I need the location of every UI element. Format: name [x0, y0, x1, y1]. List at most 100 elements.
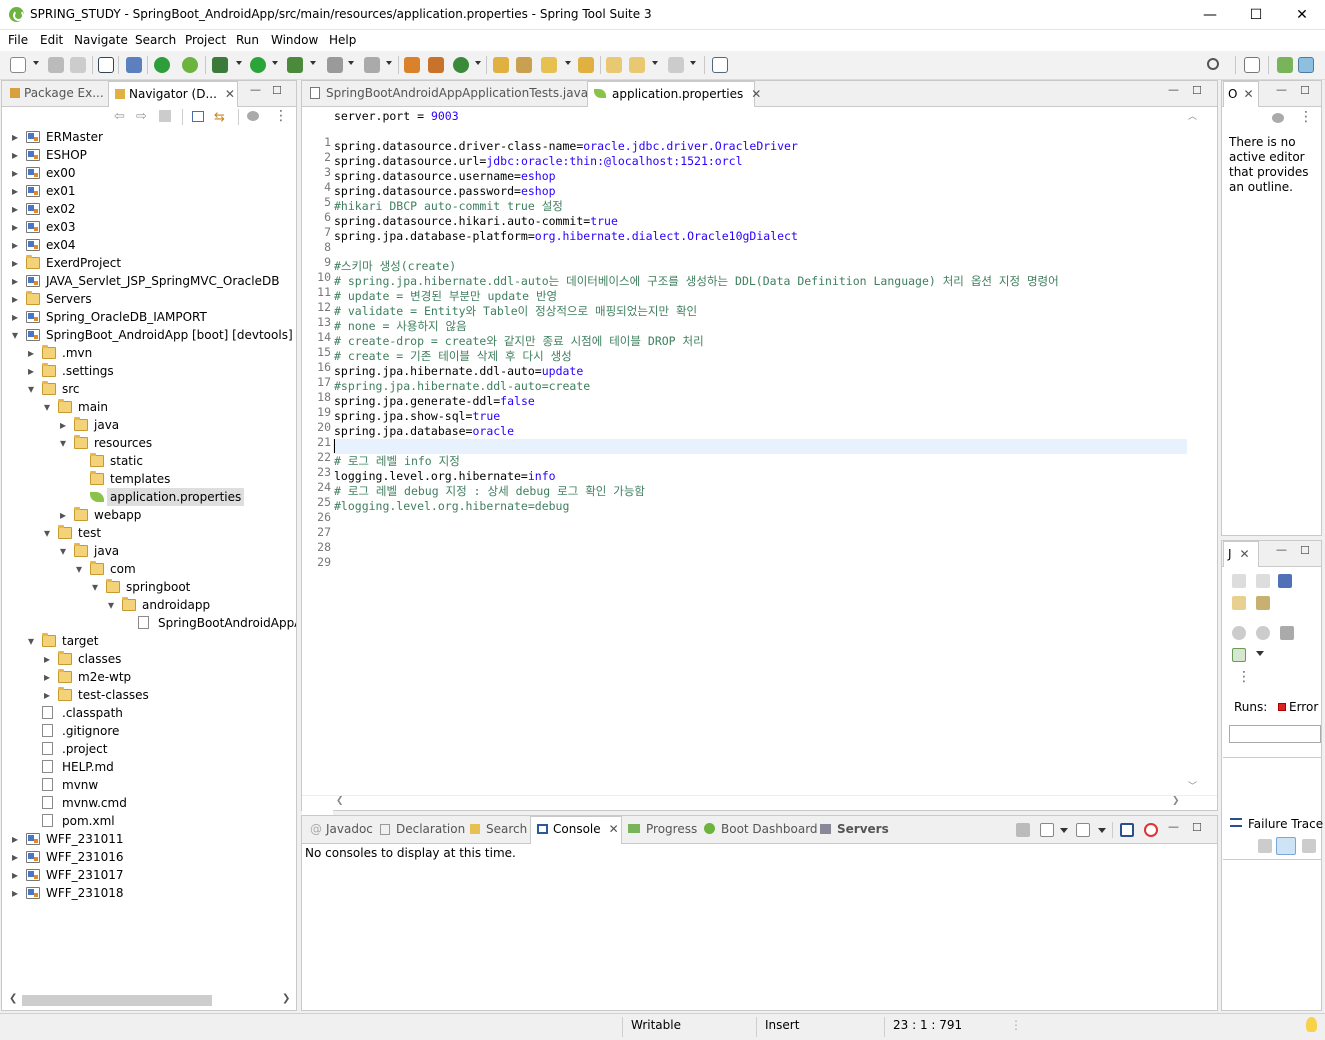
deploy-icon[interactable] [364, 57, 380, 73]
maximize-view-icon[interactable]: ☐ [1300, 84, 1310, 97]
back-icon[interactable] [629, 57, 645, 73]
tree-item[interactable]: .gitignore [2, 722, 296, 740]
minimize-view-icon[interactable]: — [1168, 820, 1179, 833]
tab-navigator[interactable]: Navigator (D... ✕ [108, 81, 238, 107]
horizontal-scrollbar[interactable]: ❮ ❯ [2, 991, 296, 1010]
expand-icon[interactable]: ▸ [12, 866, 21, 884]
menu-window[interactable]: Window [271, 33, 318, 47]
run-icon[interactable] [250, 57, 266, 73]
scroll-lock-icon[interactable] [1232, 596, 1246, 610]
expand-icon[interactable]: ▸ [12, 290, 21, 308]
tip-lightbulb-icon[interactable] [1306, 1017, 1317, 1032]
tree-item[interactable]: ▾ test [2, 524, 296, 542]
collapse-icon[interactable]: ▾ [76, 560, 85, 578]
tree-item[interactable]: HELP.md [2, 758, 296, 776]
tab-package-explorer[interactable]: Package Ex... [4, 81, 104, 107]
expand-icon[interactable]: ▸ [44, 686, 53, 704]
tab-progress[interactable]: Progress [622, 817, 697, 843]
tree-item[interactable]: ▸ ex01 [2, 182, 296, 200]
tree-item[interactable]: ▸ Servers [2, 290, 296, 308]
save-icon[interactable] [48, 57, 64, 73]
tree-item[interactable]: ▸ .settings [2, 362, 296, 380]
expand-icon[interactable]: ▸ [12, 182, 21, 200]
forward-nav-icon[interactable]: ⇨ [136, 109, 147, 124]
menu-search[interactable]: Search [135, 33, 176, 47]
collapse-icon[interactable]: ▾ [108, 596, 117, 614]
tree-item[interactable]: ▸ ESHOP [2, 146, 296, 164]
tree-item[interactable]: ▾ SpringBoot_AndroidApp [boot] [devtools] [2, 326, 296, 344]
expand-icon[interactable]: ▸ [60, 416, 69, 434]
open-resource-icon[interactable] [578, 57, 594, 73]
tree-item[interactable]: ▸ test-classes [2, 686, 296, 704]
remote-console-icon[interactable] [1144, 823, 1158, 837]
expand-icon[interactable]: ▸ [12, 146, 21, 164]
open-task-icon[interactable] [516, 57, 532, 73]
tree-item[interactable]: ▸ ex02 [2, 200, 296, 218]
show-failures-only-icon[interactable] [1278, 574, 1292, 588]
tree-item[interactable]: ▸ WFF_231018 [2, 884, 296, 902]
scroll-down-icon[interactable]: ﹀ [1188, 779, 1197, 792]
scroll-left-icon[interactable]: ❮ [9, 993, 17, 1004]
search-tool-icon[interactable] [541, 57, 557, 73]
expand-icon[interactable]: ▸ [12, 254, 21, 272]
rerun-failed-icon[interactable] [1256, 626, 1270, 640]
expand-icon[interactable]: ▸ [12, 164, 21, 182]
scroll-left-icon[interactable]: ❮ [336, 796, 344, 806]
skip-breakpoints-icon[interactable] [126, 57, 142, 73]
collapse-icon[interactable]: ▾ [12, 326, 21, 344]
next-failure-icon[interactable] [1232, 574, 1246, 588]
pin-editor-icon[interactable] [712, 57, 728, 73]
menu-project[interactable]: Project [185, 33, 226, 47]
expand-icon[interactable]: ▸ [12, 272, 21, 290]
tree-item[interactable]: ▸ JAVA_Servlet_JSP_SpringMVC_OracleDB [2, 272, 296, 290]
collapse-icon[interactable]: ▾ [60, 434, 69, 452]
stop-icon[interactable] [327, 57, 343, 73]
tree-item[interactable]: mvnw [2, 776, 296, 794]
collapse-icon[interactable]: ▾ [28, 632, 37, 650]
expand-icon[interactable]: ▸ [60, 506, 69, 524]
tree-item[interactable]: application.properties [2, 488, 296, 506]
tab-junit[interactable]: J ✕ [1223, 541, 1259, 567]
stop-icon[interactable] [1280, 626, 1294, 640]
display-console-dropdown-icon[interactable] [1060, 828, 1068, 833]
filter-icon[interactable] [247, 111, 259, 121]
tree-item[interactable]: ▸ WFF_231017 [2, 866, 296, 884]
tree-item[interactable]: .project [2, 740, 296, 758]
console-output[interactable] [302, 860, 1217, 1010]
close-tab-icon[interactable]: ✕ [225, 87, 235, 101]
tree-item[interactable]: ▸ webapp [2, 506, 296, 524]
history-icon[interactable] [1232, 648, 1246, 662]
maximize-view-icon[interactable]: ☐ [1300, 544, 1310, 557]
tree-item[interactable]: ▸ classes [2, 650, 296, 668]
close-tab-icon[interactable]: ✕ [1243, 87, 1253, 101]
tree-item[interactable]: ▸ ExerdProject [2, 254, 296, 272]
new-console-icon[interactable] [1076, 823, 1090, 837]
maximize-view-icon[interactable]: ☐ [1192, 821, 1202, 834]
show-skipped-icon[interactable] [1256, 596, 1270, 610]
tree-item[interactable]: pom.xml [2, 812, 296, 830]
new-package-icon[interactable] [428, 57, 444, 73]
expand-icon[interactable]: ▸ [12, 128, 21, 146]
tab-declaration[interactable]: Declaration [374, 817, 465, 843]
tree-item[interactable]: ▾ src [2, 380, 296, 398]
tree-item[interactable]: ▾ target [2, 632, 296, 650]
terminal-icon[interactable] [98, 57, 114, 73]
menu-file[interactable]: File [8, 33, 28, 47]
tree-item[interactable]: ▾ androidapp [2, 596, 296, 614]
tree-item[interactable]: ▸ ex00 [2, 164, 296, 182]
tree-item[interactable]: ▸ Spring_OracleDB_IAMPORT [2, 308, 296, 326]
expand-icon[interactable]: ▸ [12, 218, 21, 236]
code-text[interactable]: server.port = 9003 spring.datasource.driv… [302, 107, 1187, 797]
new-console-dropdown-icon[interactable] [1098, 828, 1106, 833]
maximize-editor-icon[interactable]: ☐ [1192, 84, 1202, 97]
forward-icon[interactable] [668, 57, 684, 73]
tree-item[interactable]: ▸ m2e-wtp [2, 668, 296, 686]
vertical-scrollbar[interactable]: ︿ ﹀ [1187, 107, 1217, 797]
up-icon[interactable] [159, 110, 171, 122]
open-type-icon[interactable] [493, 57, 509, 73]
collapse-icon[interactable]: ▾ [60, 542, 69, 560]
close-tab-icon[interactable]: ✕ [1240, 547, 1250, 561]
last-edit-icon[interactable] [606, 57, 622, 73]
close-tab-icon[interactable]: ✕ [751, 87, 761, 101]
tree-item[interactable]: ▸ java [2, 416, 296, 434]
